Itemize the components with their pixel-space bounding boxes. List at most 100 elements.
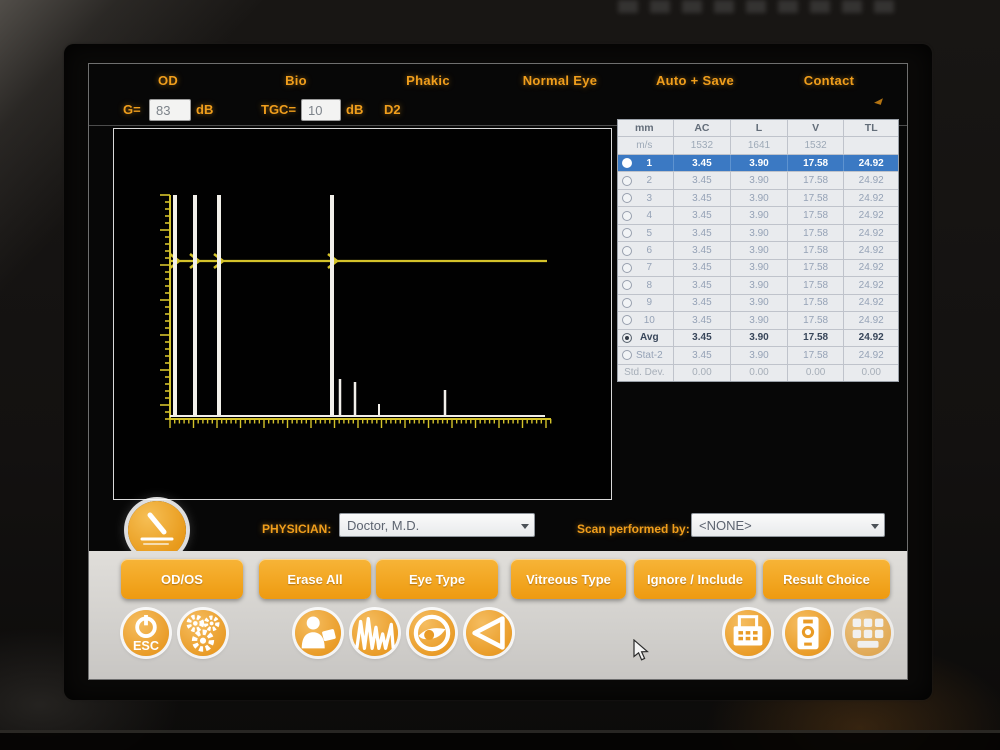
table-cell: 17.58	[788, 277, 845, 293]
avg-row[interactable]: Avg3.453.9017.5824.92	[618, 330, 898, 347]
measurement-table: mmACLVTLm/s15321641153213.453.9017.5824.…	[617, 119, 899, 382]
measurement-row[interactable]: 53.453.9017.5824.92	[618, 225, 898, 242]
od-os-button[interactable]: OD/OS	[121, 559, 243, 599]
eye-type-button[interactable]: Eye Type	[376, 559, 498, 599]
power-esc-icon: ESC	[123, 610, 169, 656]
table-cell: 3.45	[674, 242, 732, 258]
row-label: 7	[632, 262, 673, 273]
table-cell: 1641	[731, 137, 788, 153]
menu-normal-eye[interactable]: Normal Eye	[523, 73, 598, 88]
menu-contact[interactable]: Contact	[804, 73, 855, 88]
row-label-cell: 4	[618, 207, 674, 223]
row-radio[interactable]	[622, 211, 632, 221]
settings-button[interactable]	[180, 610, 226, 656]
row-radio[interactable]	[622, 315, 632, 325]
table-cell: AC	[674, 120, 732, 136]
table-cell: 0.00	[731, 365, 788, 381]
esc-button[interactable]: ESC	[123, 610, 169, 656]
menu-phakic[interactable]: Phakic	[406, 73, 450, 88]
measurement-row[interactable]: 83.453.9017.5824.92	[618, 277, 898, 294]
row-label: 2	[632, 175, 673, 186]
eye-mode-button[interactable]	[409, 610, 455, 656]
keyboard-button[interactable]	[845, 610, 891, 656]
ascan-waveform-chart	[114, 129, 611, 499]
velocity-row: m/s153216411532	[618, 137, 898, 154]
row-radio[interactable]	[622, 263, 632, 273]
row-label-cell: 9	[618, 295, 674, 311]
table-cell: 17.58	[788, 312, 845, 328]
row-radio[interactable]	[622, 158, 632, 168]
row-radio[interactable]	[622, 350, 632, 360]
table-cell: 3.45	[674, 330, 732, 346]
row-label: 8	[632, 280, 673, 291]
row-radio[interactable]	[622, 298, 632, 308]
stddev-row: Std. Dev.0.000.000.000.00	[618, 365, 898, 381]
eye-icon	[409, 610, 455, 656]
scan-by-dropdown[interactable]: <NONE>	[691, 513, 885, 537]
table-cell: 3.45	[674, 225, 732, 241]
svg-text:ESC: ESC	[133, 639, 159, 653]
table-cell: 3.45	[674, 190, 732, 206]
row-radio[interactable]	[622, 193, 632, 203]
row-radio[interactable]	[622, 176, 632, 186]
table-cell: 24.92	[844, 242, 898, 258]
menu-od[interactable]: OD	[158, 73, 178, 88]
table-cell: 24.92	[844, 295, 898, 311]
ascan-mode-button[interactable]	[352, 610, 398, 656]
physician-dropdown[interactable]: Doctor, M.D.	[339, 513, 535, 537]
table-cell: 3.45	[674, 207, 732, 223]
gain-input[interactable]	[149, 99, 191, 121]
measurement-row[interactable]: 73.453.9017.5824.92	[618, 260, 898, 277]
table-cell: 3.90	[731, 225, 788, 241]
patient-icon	[295, 610, 341, 656]
result-choice-button[interactable]: Result Choice	[763, 559, 890, 599]
erase-all-button[interactable]: Erase All	[259, 559, 371, 599]
table-cell: 3.45	[674, 312, 732, 328]
row-label: Avg	[632, 332, 673, 343]
ignore-include-button[interactable]: Ignore / Include	[634, 559, 756, 599]
cone-probe-icon	[466, 610, 512, 656]
table-cell: 24.92	[844, 260, 898, 276]
table-cell: 3.90	[731, 155, 788, 171]
row-label-cell: 5	[618, 225, 674, 241]
measurement-row[interactable]: 93.453.9017.5824.92	[618, 295, 898, 312]
table-cell: 24.92	[844, 172, 898, 188]
row-label: 9	[632, 297, 673, 308]
menu-bio[interactable]: Bio	[285, 73, 307, 88]
table-cell: 17.58	[788, 347, 845, 363]
measurement-row[interactable]: 33.453.9017.5824.92	[618, 190, 898, 207]
row-radio[interactable]	[622, 228, 632, 238]
table-cell: 17.58	[788, 225, 845, 241]
print-button[interactable]	[725, 610, 771, 656]
measurement-row[interactable]: 63.453.9017.5824.92	[618, 242, 898, 259]
patient-data-button[interactable]	[295, 610, 341, 656]
tgc-input[interactable]	[301, 99, 341, 121]
row-label-cell: Avg	[618, 330, 674, 346]
stat2-row[interactable]: Stat-23.453.9017.5824.92	[618, 347, 898, 364]
row-label-cell: 8	[618, 277, 674, 293]
probe-select-button[interactable]	[466, 610, 512, 656]
row-radio[interactable]	[622, 246, 632, 256]
table-cell: 24.92	[844, 277, 898, 293]
row-label-cell: 1	[618, 155, 674, 171]
device-photo: OD Bio Phakic Normal Eye Auto + Save Con…	[0, 0, 1000, 750]
table-cell: 17.58	[788, 260, 845, 276]
table-cell: TL	[844, 120, 898, 136]
mode-d2-label: D2	[384, 102, 401, 117]
chevron-down-icon	[521, 524, 529, 529]
table-cell: L	[731, 120, 788, 136]
table-cell: 0.00	[788, 365, 845, 381]
measurement-row[interactable]: 13.453.9017.5824.92	[618, 155, 898, 172]
ascan-panel	[113, 128, 612, 500]
table-cell: 3.90	[731, 277, 788, 293]
row-radio[interactable]	[622, 280, 632, 290]
measurement-row[interactable]: 103.453.9017.5824.92	[618, 312, 898, 329]
measurement-row[interactable]: 43.453.9017.5824.92	[618, 207, 898, 224]
save-button[interactable]	[785, 610, 831, 656]
table-cell: 3.45	[674, 295, 732, 311]
row-radio[interactable]	[622, 333, 632, 343]
table-cell: 0.00	[674, 365, 732, 381]
menu-auto-save[interactable]: Auto + Save	[656, 73, 734, 88]
measurement-row[interactable]: 23.453.9017.5824.92	[618, 172, 898, 189]
vitreous-type-button[interactable]: Vitreous Type	[511, 559, 626, 599]
